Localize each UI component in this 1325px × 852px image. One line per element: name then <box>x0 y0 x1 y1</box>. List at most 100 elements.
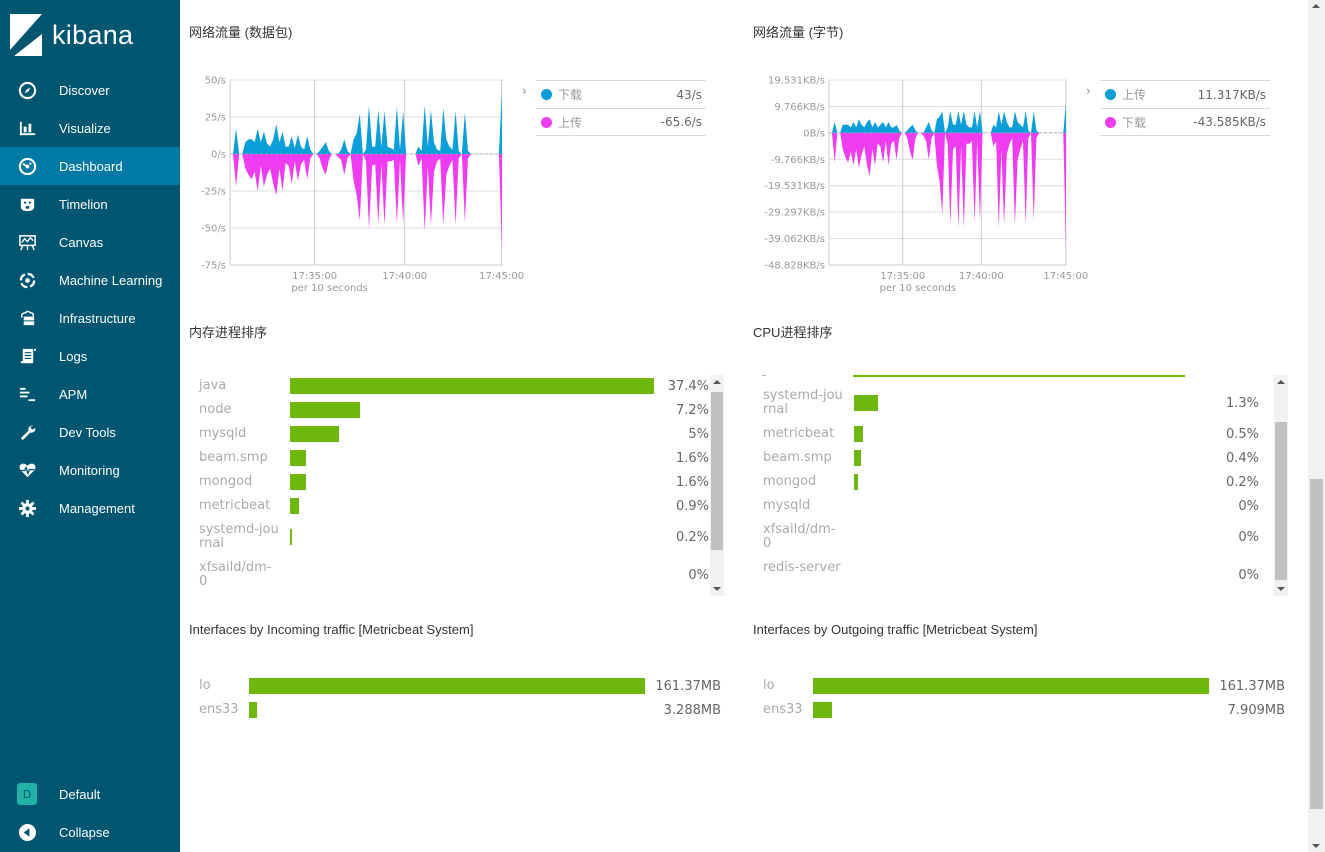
scrollbar-thumb[interactable] <box>711 392 723 550</box>
row-bar <box>854 450 862 466</box>
sidebar-item-dashboard[interactable]: Dashboard <box>0 147 180 185</box>
table-row: mongod 1.6% <box>189 470 725 494</box>
row-label: metricbeat <box>199 498 271 513</box>
x-axis-label: per 10 seconds <box>879 283 956 294</box>
timelion-icon <box>17 194 37 214</box>
cpu-table-scrollbar[interactable] <box>1274 375 1288 596</box>
sidebar-item-apm[interactable]: APM <box>0 375 180 413</box>
y-tick-label: -39.062KB/s <box>764 234 825 245</box>
y-tick-label: -19.531KB/s <box>764 181 825 192</box>
row-label: ens33 <box>199 702 239 717</box>
panel-title: Interfaces by Incoming traffic [Metricbe… <box>189 622 474 637</box>
row-bar <box>290 450 306 466</box>
page-scrollbar[interactable] <box>1308 0 1325 852</box>
chart-legend: › 上传 11.317KB/s 下载 -43.585KB/s <box>1086 80 1270 136</box>
logs-icon <box>17 346 37 366</box>
panel-cpu-processes: CPU进程排序 - systemd-journal 1.3% metricbeat 0… <box>753 322 1293 602</box>
sidebar-item-label: Discover <box>59 82 110 98</box>
cpu-process-table: - systemd-journal 1.3% metricbeat 0.5% beam.… <box>753 374 1289 596</box>
legend-item[interactable]: 下载 43/s <box>536 80 706 108</box>
scroll-up-icon[interactable] <box>1312 4 1320 8</box>
row-bar <box>854 395 878 411</box>
scrollbar-thumb[interactable] <box>1275 422 1287 580</box>
sidebar-item-logs[interactable]: Logs <box>0 337 180 375</box>
sidebar-item-label: Logs <box>59 348 88 364</box>
scroll-up-icon[interactable] <box>713 380 721 384</box>
legend-color-dot <box>541 116 552 128</box>
scroll-down-icon[interactable] <box>713 587 721 591</box>
panel-title: CPU进程排序 <box>753 325 833 340</box>
row-label: node <box>199 402 232 417</box>
sidebar-item-management[interactable]: Management <box>0 489 180 527</box>
x-axis-label: per 10 seconds <box>291 283 368 294</box>
y-tick-label: 9.766KB/s <box>774 102 825 113</box>
scroll-down-icon[interactable] <box>1277 587 1285 591</box>
legend-value: 11.317KB/s <box>1197 87 1266 102</box>
legend-color-dot <box>541 89 552 100</box>
row-value: 1.3% <box>1225 395 1259 411</box>
gear-icon <box>17 498 37 518</box>
row-value: 37.4% <box>667 378 709 394</box>
legend-item[interactable]: 下载 -43.585KB/s <box>1100 108 1270 136</box>
row-value: 161.37MB <box>655 678 721 694</box>
bar-chart-icon <box>17 118 37 138</box>
sidebar-item-infrastructure[interactable]: Infrastructure <box>0 299 180 337</box>
sidebar-item-machine-learning[interactable]: Machine Learning <box>0 261 180 299</box>
table-row: khugepaged0% <box>753 594 1289 596</box>
y-tick-label: 19.531KB/s <box>768 76 825 87</box>
memory-process-table: java 37.4% node 7.2% mysqld 5% beam.smp 1.6% mon… <box>189 374 725 596</box>
legend-toggle-icon[interactable]: › <box>522 84 527 98</box>
legend-color-dot <box>1105 116 1116 128</box>
row-label: mysqld <box>199 426 247 441</box>
scroll-up-icon[interactable] <box>1277 380 1285 384</box>
panel-network-packets: 网络流量 (数据包) 50/s 25/s 0/s -25/s -50/s -75/s 17:… <box>189 22 729 302</box>
table-row: lo 161.37MB <box>753 674 1293 698</box>
page-scrollbar-thumb[interactable] <box>1310 479 1323 809</box>
row-value: 7.909MB <box>1227 702 1285 718</box>
legend-label: 上传 <box>1122 88 1147 102</box>
table-row: node 7.2% <box>189 398 725 422</box>
sidebar-item-label: Dev Tools <box>59 424 116 440</box>
sidebar-item-label: APM <box>59 386 88 402</box>
network-bytes-chart: 19.531KB/s 9.766KB/s 0B/s -9.766KB/s -19.531… <box>764 76 1088 295</box>
sidebar-item-visualize[interactable]: Visualize <box>0 109 180 147</box>
row-label: systemd-journal <box>763 388 843 417</box>
sidebar-item-label: Visualize <box>59 120 111 136</box>
sidebar-item-monitoring[interactable]: Monitoring <box>0 451 180 489</box>
row-label: redis-server <box>763 560 841 575</box>
truncated-row-bar <box>853 375 1185 377</box>
sidebar-item-label: Management <box>59 500 135 516</box>
row-value: 161.37MB <box>1219 678 1285 694</box>
sidebar-item-discover[interactable]: Discover <box>0 71 180 109</box>
sidebar-item-label: Machine Learning <box>59 272 163 288</box>
wrench-icon <box>17 422 37 442</box>
outgoing-traffic-table: lo 161.37MB ens33 7.909MB <box>753 674 1293 724</box>
row-value: 1.6% <box>675 474 709 490</box>
legend-item[interactable]: 上传 11.317KB/s <box>1100 80 1270 108</box>
table-row: systemd-journal 1.3% <box>753 384 1289 422</box>
sidebar-item-dev-tools[interactable]: Dev Tools <box>0 413 180 451</box>
series-area-negative <box>832 132 1066 251</box>
memory-table-scrollbar[interactable] <box>710 375 724 596</box>
infrastructure-icon <box>17 308 37 328</box>
row-bar <box>249 678 645 694</box>
scroll-down-icon[interactable] <box>1312 844 1320 848</box>
x-tick-label: 17:40:00 <box>382 271 427 282</box>
collapse-icon <box>17 822 37 842</box>
kibana-logo[interactable]: kibana <box>10 14 133 56</box>
incoming-traffic-table: lo 161.37MB ens33 3.288MB <box>189 674 729 724</box>
panel-outgoing-traffic: Interfaces by Outgoing traffic [Metricbe… <box>753 622 1293 732</box>
sidebar-item-timelion[interactable]: Timelion <box>0 185 180 223</box>
table-row: metricbeat 0.5% <box>753 422 1289 446</box>
app-name: kibana <box>52 19 134 50</box>
table-row: metricbeat 0.9% <box>189 494 725 518</box>
collapse-button[interactable]: Collapse <box>0 813 180 851</box>
legend-item[interactable]: 上传 -65.6/s <box>536 108 706 136</box>
space-selector[interactable]: D Default <box>0 775 180 813</box>
legend-toggle-icon[interactable]: › <box>1086 84 1091 98</box>
legend-value: -43.585KB/s <box>1193 115 1266 129</box>
sidebar-item-canvas[interactable]: Canvas <box>0 223 180 261</box>
row-value: 0% <box>688 567 709 583</box>
legend-value: 43/s <box>676 87 702 102</box>
row-bar <box>249 702 258 718</box>
